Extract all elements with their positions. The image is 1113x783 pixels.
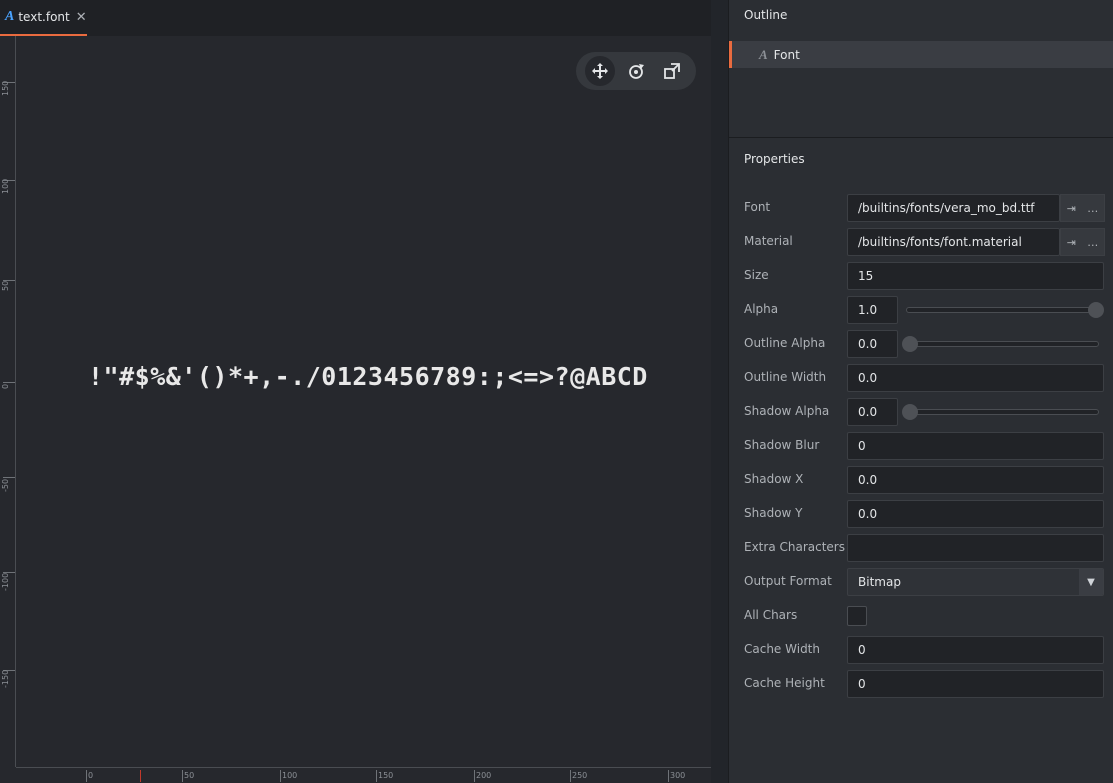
material-label: Material <box>744 234 793 248</box>
font-path-field[interactable]: /builtins/fonts/vera_mo_bd.ttf <box>847 194 1060 222</box>
ruler-tick <box>182 770 183 782</box>
all-chars-label: All Chars <box>744 608 798 622</box>
ruler-label: 100 <box>1 178 10 194</box>
font-preview-text: !"#$%&'()*+,-./0123456789:;<=>?@ABCD <box>88 362 648 391</box>
rotate-tool-button[interactable] <box>621 56 651 86</box>
rotate-tool-icon <box>629 64 644 79</box>
divider <box>729 137 1113 138</box>
shadow-y-field[interactable]: 0.0 <box>847 500 1104 528</box>
tab-text-font[interactable]: A text.font ✕ <box>0 0 87 36</box>
ruler-tick <box>668 770 669 782</box>
shadow-x-field[interactable]: 0.0 <box>847 466 1104 494</box>
alpha-label: Alpha <box>744 302 779 316</box>
ruler-label: 50 <box>1 280 10 291</box>
output-format-label: Output Format <box>744 574 832 588</box>
font-label: Font <box>744 200 771 214</box>
move-tool-icon <box>592 63 608 79</box>
tab-title: text.font <box>18 10 70 24</box>
ruler-tick <box>570 770 571 782</box>
cache-width-label: Cache Width <box>744 642 820 656</box>
scene-editor: A text.font ✕ 150 100 50 0 -50 -100 -150… <box>0 0 711 783</box>
browse-icon[interactable]: … <box>1087 202 1098 215</box>
vertical-ruler: 150 100 50 0 -50 -100 -150 <box>0 36 16 767</box>
ruler-label: -150 <box>1 669 10 688</box>
horizontal-ruler: 0 50 100 150 200 250 300 <box>16 767 711 783</box>
ruler-label: -50 <box>1 478 10 492</box>
ruler-tick <box>86 770 87 782</box>
panel-divider[interactable] <box>711 0 728 783</box>
tab-bar: A text.font ✕ <box>0 0 711 36</box>
close-icon[interactable]: ✕ <box>76 10 87 25</box>
material-path-field[interactable]: /builtins/fonts/font.material <box>847 228 1060 256</box>
output-format-value: Bitmap <box>858 575 901 589</box>
ruler-label: 0 <box>1 383 10 389</box>
ruler-marker <box>140 770 141 782</box>
ruler-label: 250 <box>572 771 588 780</box>
material-resource-buttons: ⇥ … <box>1060 228 1105 256</box>
right-panel: Outline A Font Properties Font /builtins… <box>728 0 1113 783</box>
ruler-tick <box>280 770 281 782</box>
shadow-blur-label: Shadow Blur <box>744 438 820 452</box>
outline-width-field[interactable]: 0.0 <box>847 364 1104 392</box>
move-tool-button[interactable] <box>585 56 615 86</box>
properties-title: Properties <box>744 152 805 166</box>
viewport-canvas[interactable]: 150 100 50 0 -50 -100 -150 0 50 100 150 <box>0 36 711 783</box>
size-field[interactable]: 15 <box>847 262 1104 290</box>
outline-item-label: Font <box>773 47 800 62</box>
alpha-field[interactable]: 1.0 <box>847 296 898 324</box>
ruler-tick <box>474 770 475 782</box>
all-chars-checkbox[interactable] <box>847 606 867 626</box>
goto-resource-icon[interactable]: ⇥ <box>1067 236 1076 249</box>
font-resource-buttons: ⇥ … <box>1060 194 1105 222</box>
ruler-label: 150 <box>378 771 394 780</box>
ruler-label: -100 <box>1 572 10 591</box>
outline-alpha-label: Outline Alpha <box>744 336 826 350</box>
cache-height-field[interactable]: 0 <box>847 670 1104 698</box>
outline-title: Outline <box>744 8 788 22</box>
font-icon: A <box>759 46 768 62</box>
ruler-label: 50 <box>184 771 195 780</box>
ruler-tick <box>3 382 15 383</box>
goto-resource-icon[interactable]: ⇥ <box>1067 202 1076 215</box>
cache-width-field[interactable]: 0 <box>847 636 1104 664</box>
scale-tool-icon <box>664 63 680 79</box>
scale-tool-button[interactable] <box>657 56 687 86</box>
ruler-label: 100 <box>282 771 298 780</box>
outline-alpha-field[interactable]: 0.0 <box>847 330 898 358</box>
extra-characters-label: Extra Characters <box>744 540 845 554</box>
outline-alpha-slider[interactable] <box>906 341 1099 347</box>
alpha-slider-knob[interactable] <box>1088 302 1104 318</box>
ruler-label: 150 <box>1 80 10 96</box>
shadow-x-label: Shadow X <box>744 472 804 486</box>
outline-alpha-slider-knob[interactable] <box>902 336 918 352</box>
font-file-icon: A <box>5 9 15 24</box>
output-format-select[interactable]: Bitmap ▼ <box>847 568 1104 596</box>
shadow-blur-field[interactable]: 0 <box>847 432 1104 460</box>
transform-toolbar <box>576 52 696 90</box>
outline-item-font[interactable]: A Font <box>729 41 1113 68</box>
browse-icon[interactable]: … <box>1087 236 1098 249</box>
shadow-alpha-slider-knob[interactable] <box>902 404 918 420</box>
size-label: Size <box>744 268 769 282</box>
ruler-label: 300 <box>670 771 686 780</box>
shadow-alpha-field[interactable]: 0.0 <box>847 398 898 426</box>
ruler-tick <box>3 477 15 478</box>
ruler-label: 200 <box>476 771 492 780</box>
extra-characters-field[interactable] <box>847 534 1104 562</box>
shadow-alpha-slider[interactable] <box>906 409 1099 415</box>
cache-height-label: Cache Height <box>744 676 825 690</box>
chevron-down-icon: ▼ <box>1079 569 1103 595</box>
ruler-label: 0 <box>88 771 94 780</box>
shadow-alpha-label: Shadow Alpha <box>744 404 830 418</box>
ruler-tick <box>376 770 377 782</box>
shadow-y-label: Shadow Y <box>744 506 803 520</box>
outline-width-label: Outline Width <box>744 370 827 384</box>
alpha-slider[interactable] <box>906 307 1099 313</box>
